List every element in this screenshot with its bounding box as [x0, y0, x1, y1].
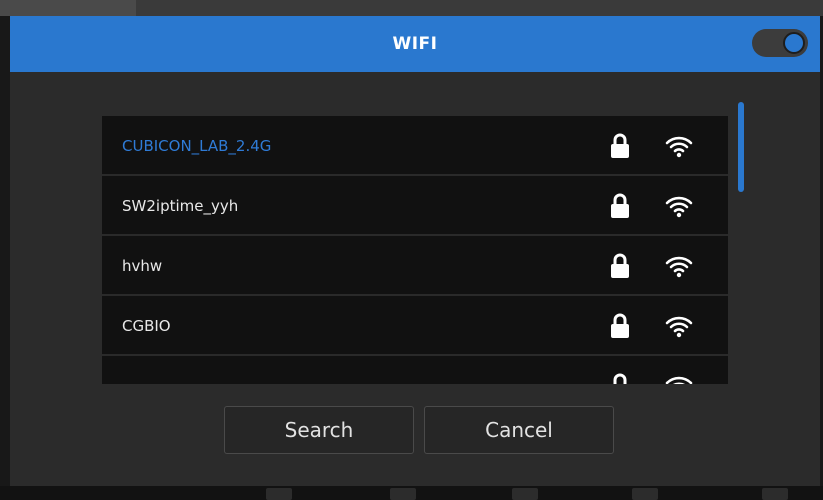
background-icon — [390, 488, 416, 500]
background-icon — [512, 488, 538, 500]
network-row[interactable]: hvhw — [102, 236, 728, 296]
lock-icon — [613, 373, 627, 384]
lock-icon — [611, 193, 629, 218]
search-button[interactable]: Search — [224, 406, 414, 454]
wifi-icon — [665, 256, 693, 278]
network-row-partial[interactable] — [102, 356, 728, 384]
screen: WIFI CUBICON_LAB_2.4G SW2iptime_yyh hvhw… — [0, 0, 823, 500]
network-ssid: CGBIO — [122, 317, 171, 335]
wifi-icon — [665, 136, 693, 158]
background-bottom-bar — [0, 486, 823, 500]
wifi-icon — [665, 196, 693, 218]
background-icon — [632, 488, 658, 500]
wifi-toggle[interactable] — [752, 29, 808, 57]
network-ssid: CUBICON_LAB_2.4G — [122, 137, 272, 155]
network-ssid: hvhw — [122, 257, 163, 275]
network-row[interactable]: CUBICON_LAB_2.4G — [102, 116, 728, 176]
dialog-title: WIFI — [392, 34, 438, 54]
wifi-dialog: WIFI CUBICON_LAB_2.4G SW2iptime_yyh hvhw… — [10, 16, 820, 486]
lock-icon — [611, 313, 629, 338]
wifi-icon — [665, 316, 693, 338]
background-icon — [266, 488, 292, 500]
network-list[interactable]: CUBICON_LAB_2.4G SW2iptime_yyh hvhw CGBI… — [102, 116, 728, 384]
background-tab — [0, 0, 136, 16]
toggle-knob — [783, 32, 805, 54]
network-row[interactable]: CGBIO — [102, 296, 728, 356]
list-scrollbar[interactable] — [738, 102, 744, 192]
lock-icon — [611, 133, 629, 158]
background-icon — [762, 488, 788, 500]
network-ssid: SW2iptime_yyh — [122, 197, 239, 215]
background-top-bar — [0, 0, 823, 16]
wifi-icon — [665, 376, 693, 384]
network-row[interactable]: SW2iptime_yyh — [102, 176, 728, 236]
lock-icon — [611, 253, 629, 278]
dialog-title-bar: WIFI — [10, 16, 820, 72]
cancel-button[interactable]: Cancel — [424, 406, 614, 454]
